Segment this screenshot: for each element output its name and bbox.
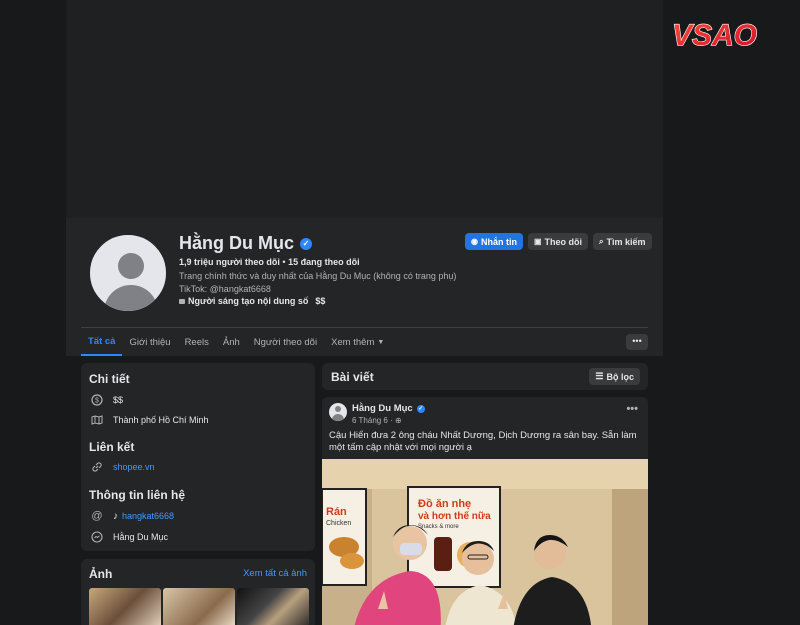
followers-count[interactable]: 1,9 triệu người theo dõi (179, 257, 280, 267)
link-icon (91, 461, 103, 473)
posts-title: Bài viết (331, 370, 374, 384)
messenger-row[interactable]: Hằng Du Mục (91, 531, 168, 543)
links-title: Liên kết (89, 440, 135, 454)
profile-name: Hằng Du Mục (179, 233, 294, 253)
profile-avatar[interactable] (87, 232, 169, 314)
stats-separator: • (279, 257, 289, 267)
follow-button[interactable]: ▣ Theo dõi (527, 233, 589, 250)
photo-thumbnail[interactable] (89, 588, 161, 625)
tab-more-label: Xem thêm (331, 336, 375, 348)
creator-tag-icon (179, 298, 185, 304)
creator-badge: Người sáng tạo nội dung số $$ (179, 296, 325, 306)
price-range: $$ (315, 296, 326, 306)
follow-label: Theo dõi (544, 236, 583, 247)
post-meta: 6 Tháng 6 · ⊕ (352, 416, 402, 425)
globe-icon: · ⊕ (390, 416, 402, 425)
poster-text-snacks-more: Snacks & more (418, 524, 459, 530)
tab-photos[interactable]: Ảnh (216, 328, 247, 356)
message-label: Nhắn tin (480, 236, 517, 247)
tiktok-row[interactable]: @ ♪ hangkat6668 (91, 510, 174, 522)
website-link[interactable]: shopee.vn (113, 462, 155, 472)
see-all-photos-link[interactable]: Xem tất cả ảnh (243, 568, 307, 579)
poster-text-more: và hơn thế nữa (418, 510, 491, 522)
tiktok-handle[interactable]: hangkat6668 (122, 511, 174, 521)
at-sign-icon: @ (91, 510, 103, 522)
post-text: Cậu Hiển đưa 2 ông cháu Nhất Dương, Dịch… (329, 430, 637, 453)
poster-text-ran: Rán (326, 506, 347, 518)
filter-label: Bộ lọc (606, 371, 634, 382)
photo-thumbnail[interactable] (163, 588, 235, 625)
search-label: Tìm kiếm (606, 236, 646, 247)
creator-label: Người sáng tạo nội dung số (188, 296, 309, 306)
tab-more[interactable]: Xem thêm ▼ (324, 328, 391, 356)
following-count[interactable]: 15 đang theo dõi (288, 257, 360, 267)
detail-location-row: Thành phố Hồ Chí Minh (91, 414, 209, 426)
bio-line-1: Trang chính thức và duy nhất của Hằng Du… (179, 271, 457, 281)
details-card: Chi tiết $ $$ Thành phố Hồ Chí Minh Liên… (81, 363, 315, 551)
post-date[interactable]: 6 Tháng 6 (352, 416, 388, 425)
contact-title: Thông tin liên hệ (89, 488, 185, 502)
tab-followers[interactable]: Người theo dõi (247, 328, 324, 356)
follower-stats: 1,9 triệu người theo dõi • 15 đang theo … (179, 257, 360, 267)
messenger-name: Hằng Du Mục (113, 532, 169, 542)
photos-card: Ảnh Xem tất cả ảnh (81, 559, 315, 625)
post-avatar[interactable] (329, 403, 347, 421)
post-options-icon[interactable]: ••• (626, 403, 638, 415)
verified-badge-icon: ✓ (300, 237, 312, 250)
detail-location: Thành phố Hồ Chí Minh (113, 415, 209, 425)
link-row[interactable]: shopee.vn (91, 461, 155, 473)
profile-tabs: Tất cả Giới thiệu Reels Ảnh Người theo d… (81, 328, 391, 356)
details-title: Chi tiết (89, 372, 130, 386)
photos-title: Ảnh (89, 567, 113, 581)
map-icon (91, 414, 103, 426)
post-author-row: Hằng Du Mục ✓ (352, 403, 425, 414)
tab-reels[interactable]: Reels (178, 328, 216, 356)
profile-bio: Trang chính thức và duy nhất của Hằng Du… (179, 270, 456, 296)
post-card: Hằng Du Mục ✓ 6 Tháng 6 · ⊕ ••• Cậu Hiển… (322, 397, 648, 625)
message-button[interactable]: ◉ Nhắn tin (465, 233, 523, 250)
filter-icon: ☰ (595, 371, 604, 381)
detail-price-row: $ $$ (91, 394, 123, 406)
detail-price: $$ (113, 395, 124, 405)
tab-about[interactable]: Giới thiệu (122, 328, 177, 356)
search-button[interactable]: ⌕ Tìm kiếm (593, 233, 652, 250)
chevron-down-icon: ▼ (377, 338, 385, 346)
verified-badge-icon: ✓ (416, 404, 425, 413)
profile-actions: ◉ Nhắn tin ▣ Theo dõi ⌕ Tìm kiếm (465, 233, 652, 250)
bio-line-2: TikTok: @hangkat6668 (179, 284, 271, 294)
poster-text-chicken: Chicken (326, 520, 351, 527)
vsao-logo: VSAO (671, 18, 757, 52)
follow-icon: ▣ (533, 237, 542, 246)
tiktok-icon: ♪ (113, 510, 118, 522)
dollar-circle-icon: $ (91, 394, 103, 406)
post-image[interactable]: Rán Chicken Đồ ăn nhẹ và hơn thế nữa Sna… (322, 459, 648, 625)
messenger-icon (91, 531, 103, 543)
search-icon: ⌕ (599, 236, 604, 246)
photo-thumbnails (89, 588, 309, 625)
photo-thumbnail[interactable] (237, 588, 309, 625)
post-author[interactable]: Hằng Du Mục (352, 403, 413, 414)
messenger-icon: ◉ (471, 237, 478, 246)
profile-name-row: Hằng Du Mục ✓ (179, 233, 312, 254)
poster-text-snack: Đồ ăn nhẹ (418, 498, 471, 510)
cover-photo[interactable] (66, 0, 663, 218)
more-options-button[interactable]: ••• (626, 334, 648, 350)
svg-text:VSAO: VSAO (672, 19, 757, 52)
filter-button[interactable]: ☰ Bộ lọc (589, 368, 640, 385)
svg-text:$: $ (95, 398, 99, 405)
posts-header: Bài viết ☰ Bộ lọc (322, 363, 648, 390)
tab-all[interactable]: Tất cả (81, 328, 123, 356)
